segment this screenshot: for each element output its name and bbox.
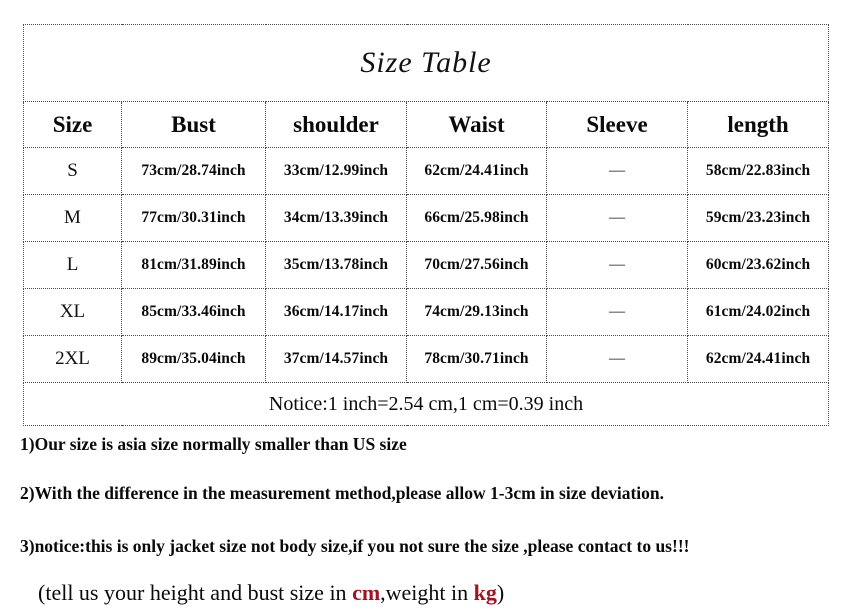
cell-waist-value: 78cm/30.71inch xyxy=(424,350,529,367)
column-header-waist: Waist xyxy=(406,101,547,148)
note-tell-us-sizing: (tell us your height and bust size in cm… xyxy=(38,580,504,606)
cell-length: 58cm/22.83inch xyxy=(686,147,830,195)
cell-waist: 78cm/30.71inch xyxy=(406,335,547,383)
table-header-row: Size Bust shoulder Waist Sleeve length xyxy=(23,101,830,148)
cell-shoulder: 36cm/14.17inch xyxy=(265,288,407,336)
cell-sleeve-value: — xyxy=(609,162,625,179)
cell-size-value: M xyxy=(64,207,81,228)
table-row: S 73cm/28.74inch 33cm/12.99inch 62cm/24.… xyxy=(23,147,830,195)
cell-bust-value: 81cm/31.89inch xyxy=(141,256,246,273)
cell-size: XL xyxy=(23,288,122,336)
cell-size: L xyxy=(23,241,122,289)
cell-size-value: XL xyxy=(59,301,86,322)
cell-size: 2XL xyxy=(23,335,122,383)
table-row: L 81cm/31.89inch 35cm/13.78inch 70cm/27.… xyxy=(23,241,830,289)
column-header-size-label: Size xyxy=(52,111,93,137)
cell-size: S xyxy=(23,147,122,195)
cell-shoulder: 37cm/14.57inch xyxy=(265,335,407,383)
cell-waist-value: 66cm/25.98inch xyxy=(424,209,529,226)
cell-shoulder: 34cm/13.39inch xyxy=(265,194,407,242)
page-title: Size Table xyxy=(360,46,492,79)
cell-waist-value: 74cm/29.13inch xyxy=(424,303,529,320)
cell-bust-value: 77cm/30.31inch xyxy=(141,209,246,226)
column-header-bust-label: Bust xyxy=(171,111,216,137)
column-header-sleeve-label: Sleeve xyxy=(586,111,648,137)
column-header-waist-label: Waist xyxy=(448,111,505,137)
table-row: M 77cm/30.31inch 34cm/13.39inch 66cm/25.… xyxy=(23,194,830,242)
cell-sleeve: — xyxy=(546,147,688,195)
cell-length-value: 61cm/24.02inch xyxy=(705,303,811,320)
cell-length: 59cm/23.23inch xyxy=(686,194,830,242)
note-final-suffix: ) xyxy=(496,580,505,605)
column-header-bust: Bust xyxy=(121,101,266,148)
cell-length: 60cm/23.62inch xyxy=(686,241,830,289)
cell-waist-value: 62cm/24.41inch xyxy=(424,162,529,179)
cell-waist: 70cm/27.56inch xyxy=(406,241,547,289)
cell-sleeve: — xyxy=(546,194,688,242)
cell-sleeve-value: — xyxy=(609,350,625,367)
column-header-shoulder-label: shoulder xyxy=(293,111,379,137)
note-unit-cm: cm xyxy=(352,580,381,605)
cell-bust: 77cm/30.31inch xyxy=(121,194,266,242)
cell-shoulder: 33cm/12.99inch xyxy=(265,147,407,195)
column-header-sleeve: Sleeve xyxy=(546,101,688,148)
size-table-container: Size Table Size Bust shoulder Waist Slee… xyxy=(22,24,830,426)
cell-size-value: 2XL xyxy=(55,348,90,369)
cell-size-value: L xyxy=(66,254,79,275)
cell-sleeve-value: — xyxy=(609,256,625,273)
cell-length-value: 62cm/24.41inch xyxy=(705,350,811,367)
note-unit-kg: kg xyxy=(473,580,497,605)
note-asia-size: 1)Our size is asia size normally smaller… xyxy=(20,434,407,454)
cell-shoulder-value: 37cm/14.57inch xyxy=(283,350,389,367)
cell-length-value: 58cm/22.83inch xyxy=(705,162,811,179)
cell-shoulder-value: 35cm/13.78inch xyxy=(283,256,389,273)
column-header-length-label: length xyxy=(727,111,789,137)
column-header-shoulder: shoulder xyxy=(265,101,407,148)
table-title-row: Size Table xyxy=(22,24,830,102)
note-jacket-size-contact: 3)notice:this is only jacket size not bo… xyxy=(20,536,690,556)
cell-bust-value: 89cm/35.04inch xyxy=(141,350,246,367)
cell-waist-value: 70cm/27.56inch xyxy=(424,256,529,273)
cell-bust: 81cm/31.89inch xyxy=(121,241,266,289)
table-title-cell: Size Table xyxy=(22,24,830,102)
table-row: 2XL 89cm/35.04inch 37cm/14.57inch 78cm/3… xyxy=(23,335,830,383)
cell-bust-value: 73cm/28.74inch xyxy=(141,162,246,179)
cell-length: 61cm/24.02inch xyxy=(686,288,830,336)
cell-bust-value: 85cm/33.46inch xyxy=(141,303,246,320)
cell-size: M xyxy=(23,194,122,242)
cell-shoulder-value: 33cm/12.99inch xyxy=(283,162,389,179)
cell-length-value: 59cm/23.23inch xyxy=(705,209,811,226)
note-measurement-deviation: 2)With the difference in the measurement… xyxy=(20,483,665,503)
cell-shoulder: 35cm/13.78inch xyxy=(265,241,407,289)
table-notice-row: Notice:1 inch=2.54 cm,1 cm=0.39 inch xyxy=(22,382,830,426)
cell-shoulder-value: 36cm/14.17inch xyxy=(283,303,389,320)
cell-shoulder-value: 34cm/13.39inch xyxy=(283,209,389,226)
cell-waist: 62cm/24.41inch xyxy=(406,147,547,195)
cell-sleeve-value: — xyxy=(609,303,625,320)
cell-size-value: S xyxy=(67,160,78,181)
note-final-prefix: (tell us your height and bust size in xyxy=(38,580,353,605)
column-header-length: length xyxy=(686,101,830,148)
cell-sleeve: — xyxy=(546,241,688,289)
cell-sleeve: — xyxy=(546,335,688,383)
cell-bust: 73cm/28.74inch xyxy=(121,147,266,195)
cell-length: 62cm/24.41inch xyxy=(686,335,830,383)
size-table: Size Table Size Bust shoulder Waist Slee… xyxy=(22,24,830,426)
note-final-middle: ,weight in xyxy=(380,580,474,605)
cell-length-value: 60cm/23.62inch xyxy=(705,256,811,273)
table-notice-cell: Notice:1 inch=2.54 cm,1 cm=0.39 inch xyxy=(22,382,830,426)
cell-waist: 66cm/25.98inch xyxy=(406,194,547,242)
table-row: XL 85cm/33.46inch 36cm/14.17inch 74cm/29… xyxy=(23,288,830,336)
column-header-size: Size xyxy=(23,101,122,148)
cell-sleeve: — xyxy=(546,288,688,336)
cell-waist: 74cm/29.13inch xyxy=(406,288,547,336)
cell-sleeve-value: — xyxy=(609,209,625,226)
conversion-notice: Notice:1 inch=2.54 cm,1 cm=0.39 inch xyxy=(268,392,584,415)
cell-bust: 85cm/33.46inch xyxy=(121,288,266,336)
cell-bust: 89cm/35.04inch xyxy=(121,335,266,383)
